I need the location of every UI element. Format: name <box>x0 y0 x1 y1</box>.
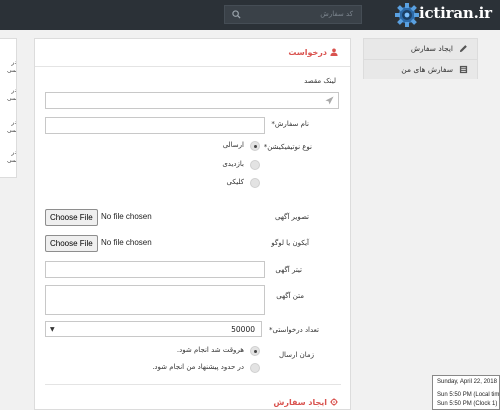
clock-1-time: Sun 5:50 PM (Clock 1) <box>437 401 498 407</box>
radio-notification-sent[interactable]: ارسالی <box>180 140 260 152</box>
radio-label: کلیکی <box>226 178 244 186</box>
ad-text-label: متن آگهی <box>276 292 304 300</box>
search-box[interactable]: کد سفارش <box>224 5 362 24</box>
radio-label: هروقت شد انجام شود. <box>176 346 244 354</box>
radio-button[interactable] <box>250 178 260 188</box>
request-count-label: تعداد درخواستی* <box>269 326 319 334</box>
form-divider <box>45 384 341 385</box>
icon-logo-label: آیکون یا لوگو <box>271 239 309 247</box>
ad-title-input[interactable] <box>45 261 265 278</box>
gear-logo-icon <box>395 3 419 27</box>
target-link-label: لینک مقصد <box>304 77 336 85</box>
submit-order-title-text: ایجاد سفارش <box>273 398 327 407</box>
radio-button[interactable] <box>250 141 260 151</box>
choose-file-button[interactable]: Choose File <box>45 209 98 226</box>
nav-my-orders[interactable]: سفارش های من <box>364 59 477 79</box>
left-panel-item[interactable]: در سی <box>1 87 16 103</box>
no-file-text: No file chosen <box>101 238 152 247</box>
radio-label: بازدیدی <box>222 160 244 168</box>
radio-notification-click[interactable]: کلیکی <box>180 177 260 189</box>
top-bar: کد سفارش ictiran.ir <box>0 0 500 30</box>
left-panel-item[interactable]: در سی <box>1 149 16 165</box>
ad-title-label: تیتر آگهی <box>275 266 302 274</box>
radio-notification-view[interactable]: بازدیدی <box>180 159 260 171</box>
gear-icon <box>330 398 338 406</box>
radio-label: در حدود پیشنهاد من انجام شود. <box>152 363 244 371</box>
user-icon <box>330 48 338 56</box>
no-file-text: No file chosen <box>101 212 152 221</box>
radio-button[interactable] <box>250 160 260 170</box>
nav-item-label: سفارش های من <box>401 65 453 74</box>
radio-button[interactable] <box>250 363 260 373</box>
ad-image-file-input[interactable]: Choose File No file chosen <box>45 209 265 226</box>
order-form-card: درخواست لینک مقصد نام سفارش* نوع نوتیفیک… <box>34 38 351 410</box>
order-name-label: نام سفارش* <box>271 120 309 128</box>
list-icon <box>459 65 468 74</box>
left-panel-item[interactable]: در سی <box>1 119 16 135</box>
ad-text-textarea[interactable] <box>45 285 265 315</box>
radio-send-suggested[interactable]: در حدود پیشنهاد من انجام شود. <box>120 362 260 374</box>
choose-file-button[interactable]: Choose File <box>45 235 98 252</box>
request-count-select[interactable]: 50000 ▼ <box>45 321 262 337</box>
chevron-down-icon: ▼ <box>50 326 55 333</box>
card-header: درخواست <box>35 39 350 67</box>
search-input[interactable]: کد سفارش <box>320 10 353 18</box>
clock-local-time: Sun 5:50 PM (Local tim <box>437 392 500 398</box>
nav-create-order[interactable]: ایجاد سفارش <box>364 39 477 59</box>
clock-date: Sunday, April 22, 2018 <box>437 379 497 385</box>
icon-logo-file-input[interactable]: Choose File No file chosen <box>45 235 265 252</box>
clock-tooltip: Sunday, April 22, 2018 Sun 5:50 PM (Loca… <box>432 375 500 410</box>
submit-order-title[interactable]: ایجاد سفارش <box>273 398 338 407</box>
send-icon <box>325 96 334 105</box>
radio-button[interactable] <box>250 346 260 356</box>
order-name-input[interactable] <box>45 117 265 134</box>
radio-label: ارسالی <box>222 141 244 149</box>
nav-item-label: ایجاد سفارش <box>410 44 453 53</box>
target-link-input[interactable] <box>45 92 339 109</box>
notification-type-label: نوع نوتیفیکیشن* <box>263 143 312 151</box>
send-time-label: زمان ارسال <box>278 351 314 359</box>
ad-image-label: تصویر آگهی <box>274 213 309 221</box>
left-panel-item[interactable]: در سی <box>1 59 16 75</box>
left-side-panel: در سی در سی در سی در سی <box>0 38 17 178</box>
request-count-value: 50000 <box>231 325 255 334</box>
logo-text: ictiran.ir <box>419 4 492 22</box>
form-title: درخواست <box>288 48 338 57</box>
pencil-icon <box>459 45 467 53</box>
form-title-text: درخواست <box>288 48 327 57</box>
site-logo[interactable]: ictiran.ir <box>394 2 500 28</box>
radio-send-anytime[interactable]: هروقت شد انجام شود. <box>120 345 260 357</box>
search-icon[interactable] <box>232 10 241 19</box>
right-nav: ایجاد سفارش سفارش های من <box>363 38 478 79</box>
